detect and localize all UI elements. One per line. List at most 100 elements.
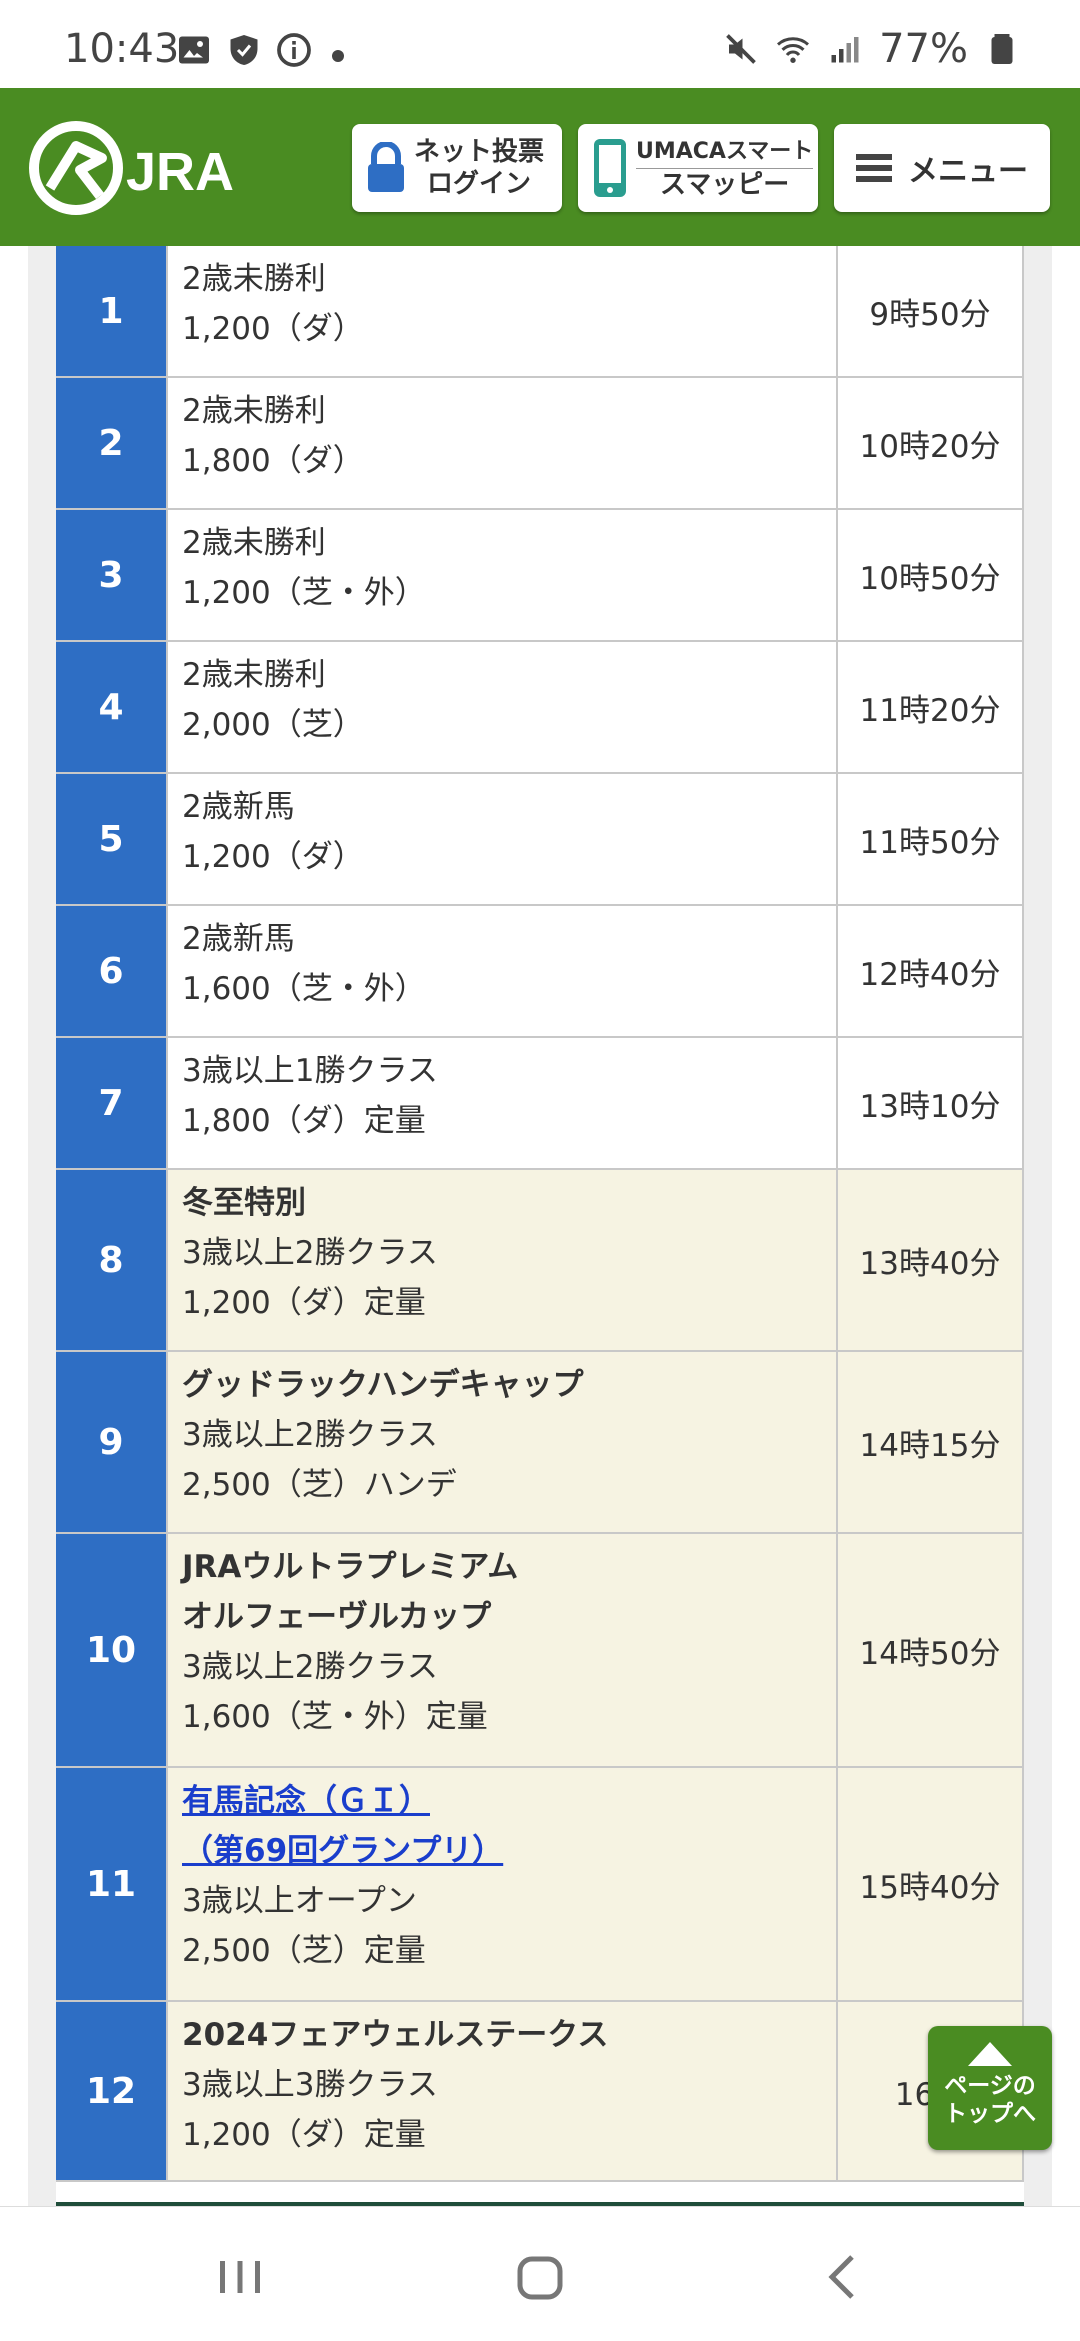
race-class: 2歳新馬 — [182, 789, 295, 825]
page-top-label: ページの トップへ — [944, 2073, 1036, 2127]
race-class: 3歳以上オープン — [182, 1883, 417, 1919]
race-number: 11 — [56, 1768, 168, 2000]
race-name: 2024フェアウェルステークス — [182, 2017, 609, 2053]
race-class: 2歳未勝利 — [182, 525, 326, 561]
race-class: 3歳以上1勝クラス — [182, 1053, 438, 1089]
login-label: ネット投票 ログイン — [414, 137, 545, 199]
race-distance: 1,200（ダ）定量 — [182, 2117, 426, 2153]
race-info: 2歳未勝利 1,200（ダ） — [168, 246, 838, 376]
race-name: グッドラックハンデキャップ — [182, 1367, 584, 1403]
race-row: 2 2歳未勝利 1,800（ダ） 10時20分 — [56, 378, 1024, 510]
post-time: 14時50分 — [859, 1635, 1001, 1672]
right-gutter — [1024, 246, 1052, 2206]
race-number: 6 — [56, 906, 168, 1036]
recent-apps-icon[interactable] — [210, 2247, 270, 2307]
post-time: 15時40分 — [859, 1869, 1001, 1906]
shield-icon — [230, 35, 258, 65]
race-row: 3 2歳未勝利 1,200（芝・外） 10時50分 — [56, 510, 1024, 642]
race-info: 3歳以上1勝クラス 1,800（ダ）定量 — [168, 1038, 838, 1168]
post-time: 9時50分 — [869, 296, 991, 333]
post-time: 14時15分 — [859, 1427, 1001, 1464]
race-info: 2歳未勝利 1,200（芝・外） — [168, 510, 838, 640]
race-number: 8 — [56, 1170, 168, 1350]
race-row: 4 2歳未勝利 2,000（芝） 11時20分 — [56, 642, 1024, 774]
menu-label: メニュー — [908, 154, 1028, 189]
race-row: 9 グッドラックハンデキャップ 3歳以上2勝クラス 2,500（芝）ハンデ 14時15分 — [56, 1352, 1024, 1534]
hamburger-icon — [856, 154, 892, 182]
race-class: 2歳未勝利 — [182, 261, 326, 297]
site-header: JRA ネット投票 ログイン UMACAスマート スマッピー メニュー — [0, 88, 1080, 246]
mute-icon — [726, 34, 756, 64]
race-distance: 2,500（芝）定量 — [182, 1933, 426, 1969]
race-list-section: 1 2歳未勝利 1,200（ダ） 9時50分 2 2歳未勝利 1,800（ダ） 10時20分 3… — [0, 246, 1080, 2208]
menu-button[interactable]: メニュー — [834, 124, 1050, 212]
back-icon[interactable] — [814, 2247, 874, 2307]
wifi-icon — [777, 37, 810, 63]
status-bar: 10:43 77% — [0, 0, 1080, 88]
race-class: 2歳未勝利 — [182, 393, 326, 429]
battery-icon — [991, 34, 1013, 64]
race-row: 10 JRAウルトラプレミアム オルフェーヴルカップ 3歳以上2勝クラス 1,600（芝… — [56, 1534, 1024, 1768]
race-name: 冬至特別 — [182, 1185, 306, 1221]
system-navigation-bar — [0, 2206, 1080, 2341]
race-info: 有馬記念（ＧＩ） （第69回グランプリ） 3歳以上オープン 2,500（芝）定量 — [168, 1768, 838, 2000]
race-number: 2 — [56, 378, 168, 508]
race-distance: 1,800（ダ） — [182, 443, 364, 479]
race-row: 8 冬至特別 3歳以上2勝クラス 1,200（ダ）定量 13時40分 — [56, 1170, 1024, 1352]
race-info: 2歳新馬 1,200（ダ） — [168, 774, 838, 904]
home-icon[interactable] — [510, 2247, 570, 2307]
race-table: 1 2歳未勝利 1,200（ダ） 9時50分 2 2歳未勝利 1,800（ダ） 10時20分 3… — [56, 246, 1024, 2182]
info-icon — [277, 33, 311, 67]
post-time: 13時40分 — [859, 1245, 1001, 1282]
race-row: 6 2歳新馬 1,600（芝・外） 12時40分 — [56, 906, 1024, 1038]
race-name-link[interactable]: 有馬記念（ＧＩ） — [182, 1776, 822, 1826]
race-name: JRAウルトラプレミアム — [182, 1549, 519, 1585]
race-row: 7 3歳以上1勝クラス 1,800（ダ）定量 13時10分 — [56, 1038, 1024, 1170]
race-info: 2歳未勝利 1,800（ダ） — [168, 378, 838, 508]
race-class: 3歳以上3勝クラス — [182, 2067, 438, 2103]
battery-percent: 77% — [879, 26, 968, 72]
race-number: 10 — [56, 1534, 168, 1766]
race-distance: 2,500（芝）ハンデ — [182, 1467, 457, 1503]
race-row: 122024フェアウェルステークス3歳以上3勝クラス1,200（ダ）定量16時 — [56, 2002, 1024, 2182]
race-name-link[interactable]: （第69回グランプリ） — [182, 1826, 822, 1876]
lock-icon — [368, 142, 404, 192]
race-info: 冬至特別 3歳以上2勝クラス 1,200（ダ）定量 — [168, 1170, 838, 1350]
race-number: 3 — [56, 510, 168, 640]
race-info: 2歳新馬 1,600（芝・外） — [168, 906, 838, 1036]
race-distance: 1,200（芝・外） — [182, 575, 426, 611]
notification-dot — [332, 50, 344, 62]
race-distance: 2,000（芝） — [182, 707, 364, 743]
post-time: 11時20分 — [859, 692, 1001, 729]
umaca-smart-button[interactable]: UMACAスマート スマッピー — [578, 124, 818, 212]
race-number: 4 — [56, 642, 168, 772]
post-time: 10時50分 — [859, 560, 1001, 597]
jra-logo[interactable]: JRA — [28, 118, 268, 218]
race-row: 5 2歳新馬 1,200（ダ） 11時50分 — [56, 774, 1024, 906]
race-distance: 1,600（芝・外）定量 — [182, 1699, 488, 1735]
race-class: 3歳以上2勝クラス — [182, 1235, 438, 1271]
race-class: 3歳以上2勝クラス — [182, 1417, 438, 1453]
race-info: 2歳未勝利 2,000（芝） — [168, 642, 838, 772]
race-distance: 1,600（芝・外） — [182, 971, 426, 1007]
net-vote-login-button[interactable]: ネット投票 ログイン — [352, 124, 562, 212]
arrow-up-icon — [968, 2042, 1012, 2066]
race-number: 7 — [56, 1038, 168, 1168]
race-number: 12 — [56, 2002, 168, 2180]
race-row: 1 2歳未勝利 1,200（ダ） 9時50分 — [56, 246, 1024, 378]
status-time: 10:43 — [64, 26, 180, 72]
signal-icon — [831, 37, 859, 63]
race-distance: 1,800（ダ）定量 — [182, 1103, 426, 1139]
race-class: 2歳未勝利 — [182, 657, 326, 693]
left-gutter — [28, 246, 56, 2206]
smartphone-icon — [594, 139, 626, 197]
race-info: 2024フェアウェルステークス 3歳以上3勝クラス 1,200（ダ）定量 — [168, 2002, 838, 2180]
race-class: 2歳新馬 — [182, 921, 295, 957]
page-top-button[interactable]: ページの トップへ — [928, 2026, 1052, 2150]
race-number: 5 — [56, 774, 168, 904]
race-number: 9 — [56, 1352, 168, 1532]
race-name: オルフェーヴルカップ — [182, 1599, 492, 1635]
image-icon — [179, 36, 209, 64]
race-row: 11 有馬記念（ＧＩ） （第69回グランプリ） 3歳以上オープン 2,500（芝）定量 1… — [56, 1768, 1024, 2002]
race-distance: 1,200（ダ）定量 — [182, 1285, 426, 1321]
